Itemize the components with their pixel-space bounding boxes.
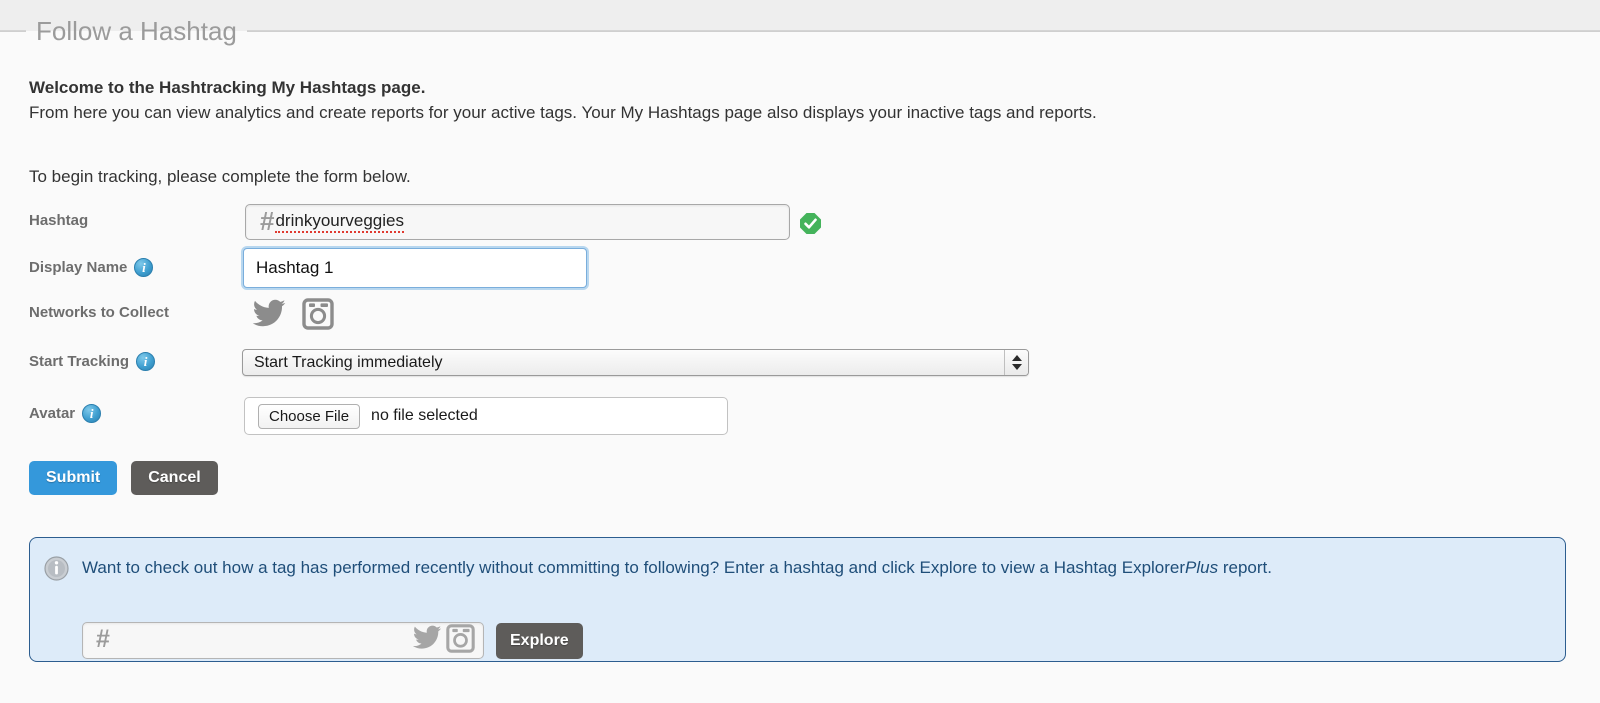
networks-label: Networks to Collect	[29, 304, 170, 321]
explore-button[interactable]: Explore	[496, 622, 583, 659]
hash-symbol-icon: #	[96, 625, 110, 653]
twitter-icon[interactable]	[252, 299, 286, 334]
callout-text-part1: Want to check out how a tag has performe…	[82, 558, 1186, 577]
submit-button[interactable]: Submit	[29, 461, 118, 495]
explore-row: # Explore	[82, 622, 583, 659]
info-icon[interactable]	[82, 404, 102, 423]
intro-begin-text: To begin tracking, please complete the f…	[29, 167, 411, 186]
start-tracking-select[interactable]: Start Tracking immediately	[242, 349, 1029, 376]
callout-text-part2: report.	[1218, 558, 1272, 577]
form-row-networks: Networks to Collect	[0, 292, 1600, 340]
start-tracking-selected-value: Start Tracking immediately	[254, 353, 443, 371]
intro-block: Welcome to the Hashtracking My Hashtags …	[29, 76, 1349, 125]
choose-file-button[interactable]: Choose File	[258, 403, 361, 429]
instagram-icon[interactable]	[302, 298, 334, 335]
info-icon[interactable]	[136, 352, 156, 371]
start-tracking-label: Start Tracking	[29, 353, 130, 370]
display-name-input[interactable]: Hashtag 1	[243, 248, 587, 288]
chevron-updown-icon[interactable]	[1004, 350, 1028, 375]
form-row-hashtag: Hashtag # drinkyourveggies	[0, 204, 1600, 248]
form-row-start-tracking: Start Tracking Start Tracking immediatel…	[0, 340, 1600, 390]
fieldset-legend: Follow a Hashtag	[0, 14, 1600, 48]
explore-hashtag-input[interactable]: #	[82, 622, 484, 659]
hashtag-label-wrap: Hashtag	[29, 212, 88, 229]
explore-network-icons	[412, 623, 475, 658]
avatar-file-input[interactable]: Choose File no file selected	[244, 397, 728, 435]
intro-body: From here you can view analytics and cre…	[29, 103, 1097, 122]
display-name-label: Display Name	[29, 259, 128, 276]
hashtag-input-value: drinkyourveggies	[275, 211, 404, 233]
avatar-label: Avatar	[29, 405, 76, 422]
form-actions: Submit Cancel	[29, 461, 218, 495]
instagram-icon	[446, 623, 475, 658]
display-name-input-value: Hashtag 1	[256, 258, 334, 277]
hashtag-label: Hashtag	[29, 212, 89, 229]
explore-callout: Want to check out how a tag has performe…	[29, 537, 1566, 662]
network-icon-group	[252, 298, 334, 335]
form-row-avatar: Avatar Choose File no file selected	[0, 390, 1600, 442]
callout-text: Want to check out how a tag has performe…	[82, 555, 1552, 580]
intro-heading: Welcome to the Hashtracking My Hashtags …	[29, 78, 426, 97]
file-selection-status: no file selected	[371, 407, 478, 424]
info-icon[interactable]	[134, 258, 154, 277]
callout-text-italic: Plus	[1185, 558, 1219, 577]
start-tracking-label-wrap: Start Tracking	[29, 352, 156, 371]
cancel-button[interactable]: Cancel	[131, 461, 218, 495]
hash-symbol-icon: #	[260, 206, 275, 236]
green-check-icon	[799, 212, 822, 235]
avatar-label-wrap: Avatar	[29, 404, 102, 423]
form-row-display-name: Display Name Hashtag 1	[0, 248, 1600, 292]
hashtag-input[interactable]: # drinkyourveggies	[245, 204, 790, 240]
display-name-label-wrap: Display Name	[29, 258, 154, 277]
twitter-icon	[412, 625, 442, 656]
info-icon	[44, 556, 69, 581]
page-title: Follow a Hashtag	[26, 14, 247, 48]
follow-hashtag-form: Hashtag # drinkyourveggies Display Name …	[0, 204, 1600, 442]
networks-label-wrap: Networks to Collect	[29, 304, 169, 321]
